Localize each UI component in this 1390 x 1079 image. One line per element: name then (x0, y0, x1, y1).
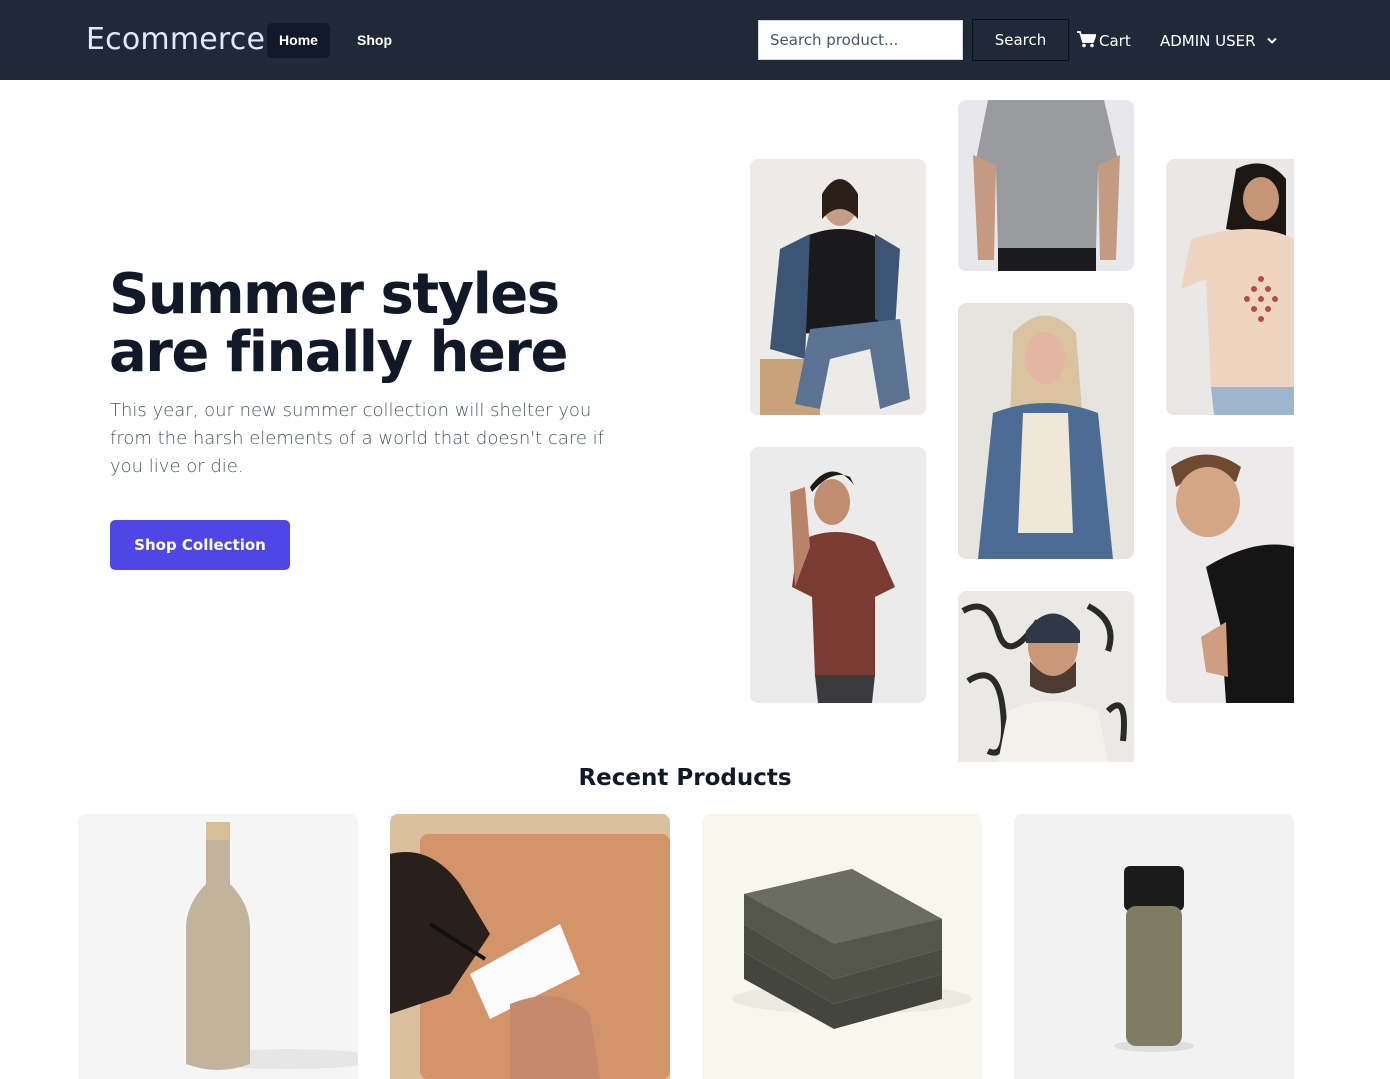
product-image-notebook (390, 814, 670, 1079)
hero-image-woman-denim-jacket (750, 159, 926, 415)
hero-image-grey-tshirt (958, 100, 1134, 271)
product-image-bottle (78, 814, 358, 1079)
search-input[interactable] (758, 20, 963, 60)
hero-image-man-beanie (958, 591, 1134, 762)
hero-title: Summer styles are finally here (109, 266, 629, 382)
hero-image-man-brown-tshirt (750, 447, 926, 703)
product-card-bottle[interactable] (78, 814, 358, 1079)
shop-collection-button[interactable]: Shop Collection (110, 520, 290, 570)
user-name: ADMIN USER (1160, 32, 1256, 50)
nav-link-home[interactable]: Home (267, 23, 330, 58)
search-button[interactable]: Search (972, 19, 1069, 61)
product-card-tumbler[interactable] (1014, 814, 1294, 1079)
cart-label: Cart (1099, 32, 1131, 50)
brand-logo[interactable]: Ecommerce (86, 22, 265, 57)
product-image-card-boxes (702, 814, 982, 1079)
recent-products-heading: Recent Products (578, 765, 792, 791)
shopping-cart-icon (1077, 30, 1097, 52)
chevron-down-icon (1266, 32, 1278, 50)
nav-link-shop[interactable]: Shop (345, 23, 404, 58)
hero-description: This year, our new summer collection wil… (110, 400, 605, 477)
hero-title-line-2: are finally here (109, 320, 568, 385)
top-navbar: Ecommerce Home Shop Search Cart ADMIN US… (0, 0, 1390, 80)
product-card-card-boxes[interactable] (702, 814, 982, 1079)
cart-link[interactable]: Cart (1077, 30, 1131, 52)
hero-title-line-1: Summer styles (109, 262, 560, 327)
product-image-tumbler (1014, 814, 1294, 1079)
hero-image-man-black-tshirt (1166, 447, 1294, 703)
user-menu[interactable]: ADMIN USER (1160, 30, 1278, 52)
product-card-notebook[interactable] (390, 814, 670, 1079)
hero-image-blonde-woman-denim (958, 303, 1134, 559)
hero-image-woman-pink-tshirt (1166, 159, 1294, 415)
